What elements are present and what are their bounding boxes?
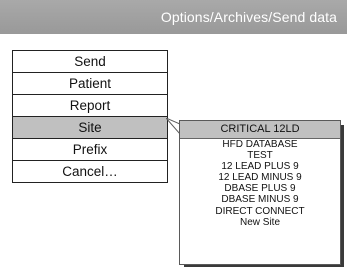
site-option-dbase-plus-9[interactable]: DBASE PLUS 9 [180,183,340,194]
options-menu: Send Patient Report Site Prefix Cancel… [12,50,168,183]
menu-item-site[interactable]: Site [13,116,167,138]
site-option-new-site[interactable]: New Site [180,217,340,228]
page-title: Options/Archives/Send data [160,9,337,25]
menu-item-cancel[interactable]: Cancel… [13,160,167,182]
menu-item-send[interactable]: Send [13,51,167,72]
site-option-direct-connect[interactable]: DIRECT CONNECT [180,206,340,217]
site-option-12-lead-minus-9[interactable]: 12 LEAD MINUS 9 [180,172,340,183]
site-option-critical-12ld[interactable]: CRITICAL 12LD [180,121,340,139]
site-submenu: CRITICAL 12LD HFD DATABASE TEST 12 LEAD … [179,120,341,265]
site-option-dbase-minus-9[interactable]: DBASE MINUS 9 [180,194,340,205]
title-bar: Options/Archives/Send data [0,0,347,34]
site-option-test[interactable]: TEST [180,150,340,161]
submenu-pointer-arrow [166,118,180,134]
site-option-12-lead-plus-9[interactable]: 12 LEAD PLUS 9 [180,161,340,172]
site-option-hfd-database[interactable]: HFD DATABASE [180,139,340,150]
menu-item-patient[interactable]: Patient [13,72,167,94]
menu-item-report[interactable]: Report [13,94,167,116]
menu-item-prefix[interactable]: Prefix [13,138,167,160]
